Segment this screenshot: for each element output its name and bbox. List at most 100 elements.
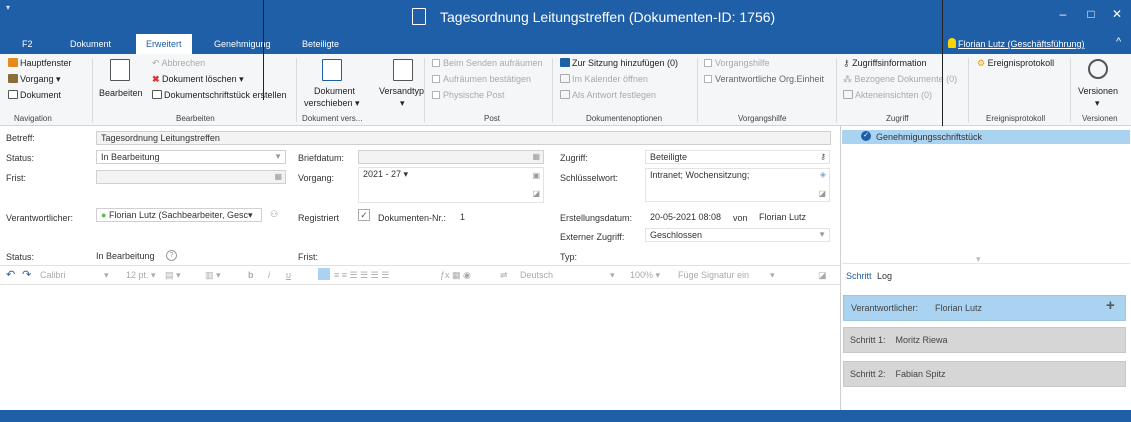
dokument-loeschen-button[interactable]: ✖ Dokument löschen ▾	[152, 74, 244, 85]
versionen-arrow[interactable]: ▾	[1095, 98, 1100, 109]
checkbox-icon	[704, 59, 712, 67]
expand-icon[interactable]: ◪	[818, 270, 827, 281]
group-label-post: Post	[484, 114, 501, 123]
language-dropdown[interactable]: Deutsch	[520, 270, 553, 280]
tab-erweitert[interactable]: Erweitert	[136, 34, 192, 54]
font-size-dropdown[interactable]: 12 pt. ▾	[126, 270, 156, 281]
tab-dokument[interactable]: Dokument	[64, 34, 117, 54]
aufraeumen-checkbox[interactable]: Aufräumen bestätigen	[432, 74, 531, 84]
tab-genehmigung[interactable]: Genehmigung	[208, 34, 277, 54]
von-value: Florian Lutz	[759, 212, 807, 222]
dokument-verschieben-line1[interactable]: Dokument	[314, 86, 355, 96]
akteneinsichten-button[interactable]: Akteneinsichten (0)	[843, 90, 932, 100]
chevron-down-icon[interactable]: ▾	[770, 270, 775, 281]
step-row[interactable]: Schritt 1: Moritz Riewa	[843, 327, 1126, 353]
schriftstueck-erstellen-button[interactable]: Dokumentschriftstück erstellen	[152, 90, 287, 100]
hauptfenster-button[interactable]: Hauptfenster	[8, 58, 72, 68]
verantwortlicher-dropdown[interactable]: ● Florian Lutz (Sachbearbeiter, Gesc▾	[96, 208, 262, 222]
redo-icon[interactable]: ↷	[22, 268, 31, 281]
help-icon[interactable]: ?	[166, 250, 177, 261]
zugriff-field[interactable]: Beteiligte ⚷	[645, 150, 830, 164]
zur-sitzung-button[interactable]: Zur Sitzung hinzufügen (0)	[560, 58, 678, 68]
versionen-button[interactable]: Versionen	[1078, 86, 1118, 96]
formula-icon[interactable]: ƒx ▦ ◉	[440, 270, 471, 281]
highlight-icon[interactable]: ▥ ▾	[205, 270, 221, 281]
dokument-verschieben-line2[interactable]: verschieben ▾	[304, 98, 360, 109]
edit-icon	[110, 59, 130, 81]
ereignisprotokoll-button[interactable]: ⚙ Ereignisprotokoll	[977, 58, 1054, 69]
kalender-button[interactable]: Im Kalender öffnen	[560, 74, 648, 84]
schluesselwort-field[interactable]: Intranet; Wochensitzung; ◈ ◪	[645, 168, 830, 202]
bearbeiten-button[interactable]: Bearbeiten	[99, 88, 143, 98]
bezogene-dokumente-button[interactable]: ⁂ Bezogene Dokumente (0)	[843, 74, 957, 85]
registriert-label: Registriert	[298, 213, 340, 223]
tag-icon[interactable]: ◈	[820, 169, 826, 181]
abbrechen-button[interactable]: ↶ Abbrechen	[152, 58, 205, 69]
style-icon[interactable]: ▤ ▾	[165, 270, 181, 281]
meeting-icon	[560, 58, 570, 67]
vorgangshilfe-checkbox[interactable]: Vorgangshilfe	[704, 58, 770, 68]
bold-button[interactable]: b	[248, 270, 254, 280]
physische-post-checkbox[interactable]: Physische Post	[432, 90, 505, 100]
versandtyp-button[interactable]: Versandtyp	[379, 86, 424, 96]
expand-icon[interactable]: ◪	[532, 188, 540, 200]
undo-icon: ↶	[152, 58, 162, 68]
beim-senden-checkbox[interactable]: Beim Senden aufräumen	[432, 58, 543, 68]
calendar-icon[interactable]: ▦	[532, 151, 540, 163]
minimize-button[interactable]: –	[1052, 7, 1074, 21]
verantwortliche-org-checkbox[interactable]: Verantwortliche Org.Einheit	[704, 74, 824, 84]
tab-schritt[interactable]: Schritt	[846, 271, 872, 281]
vorgang-field[interactable]: 2021 - 27 ▾ ▣ ◪	[358, 167, 544, 203]
status-dropdown[interactable]: In Bearbeitung ▼	[96, 150, 286, 164]
versandtyp-arrow[interactable]: ▾	[400, 98, 405, 109]
user-icon	[948, 38, 956, 48]
chevron-down-icon[interactable]: ▾	[104, 270, 109, 281]
add-step-icon[interactable]: +	[1106, 297, 1115, 314]
quick-access-icon[interactable]: ▾	[6, 3, 10, 12]
tab-f2[interactable]: F2	[16, 34, 39, 54]
collapse-ribbon-icon[interactable]: ^	[1116, 36, 1121, 48]
expand-icon[interactable]: ◪	[818, 188, 826, 200]
verantwortlicher-step-name: Florian Lutz	[935, 303, 983, 313]
new-document-icon	[152, 90, 162, 99]
chevron-down-icon[interactable]: ▾	[610, 270, 615, 281]
externer-zugriff-dropdown[interactable]: Geschlossen ▼	[645, 228, 830, 242]
underline-button[interactable]: u	[286, 270, 291, 280]
vorgang-button[interactable]: Vorgang ▾	[8, 74, 61, 85]
group-separator	[697, 58, 698, 122]
typ-label: Typ:	[560, 252, 578, 262]
tab-log[interactable]: Log	[877, 271, 892, 281]
zugriffsinformation-button[interactable]: ⚷ Zugriffsinformation	[843, 58, 926, 69]
zoom-dropdown[interactable]: 100% ▾	[630, 270, 660, 281]
calendar-icon[interactable]: ▦	[274, 171, 282, 183]
signatur-dropdown[interactable]: Füge Signatur ein	[678, 270, 749, 280]
briefcase-icon[interactable]: ▣	[532, 170, 540, 182]
key-icon[interactable]: ⚷	[820, 151, 826, 163]
italic-button[interactable]: i	[268, 270, 270, 280]
status2-value: In Bearbeitung	[96, 251, 155, 261]
spellcheck-icon[interactable]: ⇌	[500, 270, 508, 281]
maximize-button[interactable]: □	[1080, 7, 1102, 21]
step-row[interactable]: Schritt 2: Fabian Spitz	[843, 361, 1126, 387]
editor-body[interactable]	[0, 286, 840, 410]
close-button[interactable]: ✕	[1106, 7, 1128, 21]
briefdatum-field[interactable]: ▦	[358, 150, 544, 164]
als-antwort-button[interactable]: Als Antwort festlegen	[560, 90, 656, 100]
font-dropdown[interactable]: Calibri	[40, 270, 66, 280]
briefcase-icon	[8, 74, 18, 83]
status-bar	[0, 410, 1131, 422]
betreff-field[interactable]: Tagesordnung Leitungstreffen	[96, 131, 831, 145]
undo-icon[interactable]: ↶	[6, 268, 15, 281]
people-icon[interactable]: ⚇	[270, 209, 278, 220]
files-icon	[843, 90, 853, 99]
user-link[interactable]: Florian Lutz (Geschäftsführung)	[958, 39, 1085, 49]
align-left-icon[interactable]	[318, 268, 330, 280]
log-icon: ⚙	[977, 58, 988, 68]
dokument-nav-button[interactable]: Dokument	[8, 90, 61, 100]
align-icons[interactable]: ≡ ≡ ☰ ☰ ☰ ☰	[334, 270, 389, 281]
frist-field[interactable]: ▦	[96, 170, 286, 184]
checkbox-icon	[432, 91, 440, 99]
tab-beteiligte[interactable]: Beteiligte	[296, 34, 345, 54]
registriert-checkbox[interactable]: ✓	[358, 209, 370, 221]
von-label: von	[733, 213, 748, 223]
